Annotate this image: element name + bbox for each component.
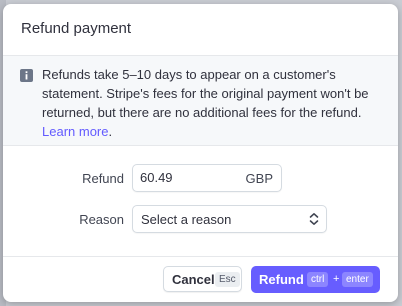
modal-title: Refund payment	[21, 20, 132, 37]
refund-form: Refund GBP Reason Select a reason	[3, 146, 398, 256]
modal-footer: Cancel Esc Refund ctrl + enter	[3, 256, 398, 302]
info-icon	[20, 69, 33, 82]
refund-button[interactable]: Refund ctrl + enter	[251, 266, 380, 293]
reason-select-value: Select a reason	[141, 212, 232, 227]
refund-notice: Refunds take 5–10 days to appear on a cu…	[3, 56, 398, 146]
notice-text: Refunds take 5–10 days to appear on a cu…	[42, 65, 382, 141]
chevron-up-down-icon	[309, 212, 319, 225]
ctrl-shortcut-badge: ctrl	[307, 272, 329, 287]
reason-select[interactable]: Select a reason	[132, 205, 327, 233]
modal-header: Refund payment	[3, 4, 398, 56]
refund-amount-field[interactable]: GBP	[132, 164, 282, 192]
notice-message: Refunds take 5–10 days to appear on a cu…	[42, 67, 369, 120]
shortcut-plus: +	[333, 273, 340, 285]
refund-button-label: Refund	[259, 272, 304, 287]
refund-amount-label: Refund	[82, 171, 124, 186]
reason-label: Reason	[79, 212, 124, 227]
refund-amount-input[interactable]	[140, 170, 240, 185]
cancel-button[interactable]: Cancel Esc	[163, 266, 242, 292]
notice-period: .	[108, 124, 113, 139]
esc-shortcut-badge: Esc	[215, 272, 240, 287]
currency-label: GBP	[245, 171, 273, 186]
refund-modal: Refund payment Refunds take 5–10 days to…	[3, 4, 398, 302]
enter-shortcut-badge: enter	[342, 272, 373, 287]
learn-more-link[interactable]: Learn more	[42, 124, 108, 139]
cancel-button-label: Cancel	[172, 272, 215, 287]
